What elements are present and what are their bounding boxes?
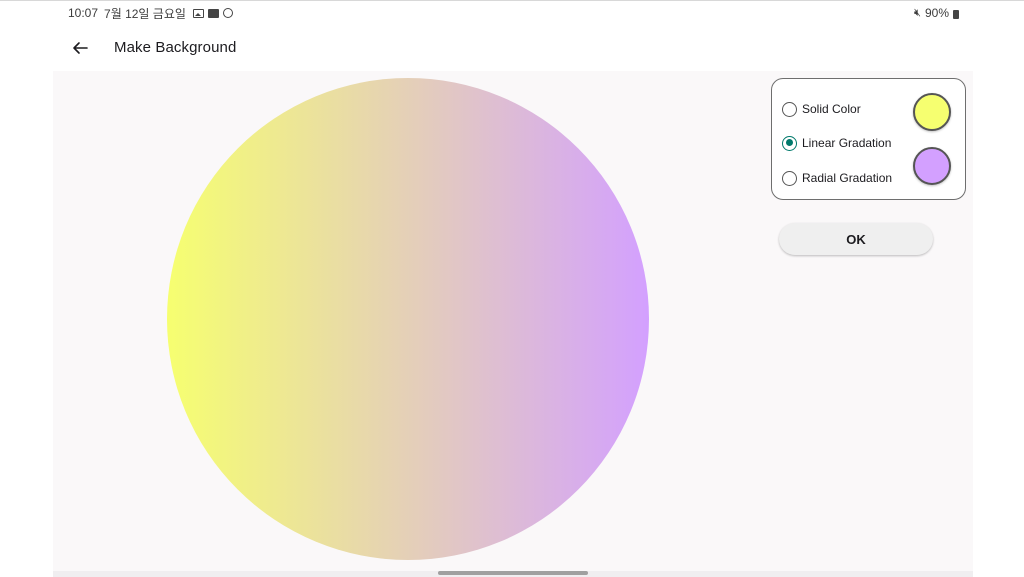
status-bar: 10:07 7월 12일 금요일 🔇︎ 90% <box>53 1 973 25</box>
start-color-swatch[interactable] <box>913 93 951 131</box>
end-color-swatch[interactable] <box>913 147 951 185</box>
battery-level: 90% <box>924 6 949 20</box>
option-radial-gradation-label: Radial Gradation <box>802 171 893 185</box>
status-time: 10:07 <box>68 6 99 20</box>
gradient-preview-circle <box>167 78 649 560</box>
option-solid-color-label: Solid Color <box>802 102 861 116</box>
status-left: 10:07 7월 12일 금요일 <box>53 5 233 22</box>
content-area: Solid Color Linear Gradation Radial Grad… <box>53 71 973 571</box>
option-linear-gradation[interactable]: Linear Gradation <box>782 133 891 153</box>
app-window: 10:07 7월 12일 금요일 🔇︎ 90% Make Background … <box>0 0 1024 577</box>
option-solid-color[interactable]: Solid Color <box>782 99 861 119</box>
status-right: 🔇︎ 90% <box>914 6 973 20</box>
radio-radial-gradation[interactable] <box>782 170 797 186</box>
page-title: Make Background <box>114 39 237 56</box>
radio-linear-gradation[interactable] <box>782 135 797 151</box>
status-date: 7월 12일 금요일 <box>104 6 186 21</box>
option-linear-gradation-label: Linear Gradation <box>802 136 892 150</box>
radio-solid-color[interactable] <box>782 101 797 117</box>
navigation-handle[interactable] <box>438 571 588 575</box>
mute-icon: 🔇︎ <box>914 6 921 19</box>
ok-button[interactable]: OK <box>779 223 933 255</box>
battery-icon <box>953 9 959 19</box>
background-type-card: Solid Color Linear Gradation Radial Grad… <box>771 78 966 200</box>
option-radial-gradation[interactable]: Radial Gradation <box>782 168 892 188</box>
sync-icon <box>222 8 233 18</box>
app-bar: Make Background <box>53 25 973 70</box>
image-icon <box>192 8 204 18</box>
back-button[interactable] <box>60 28 100 68</box>
app-icon <box>207 8 219 18</box>
arrow-left-icon <box>73 41 88 54</box>
